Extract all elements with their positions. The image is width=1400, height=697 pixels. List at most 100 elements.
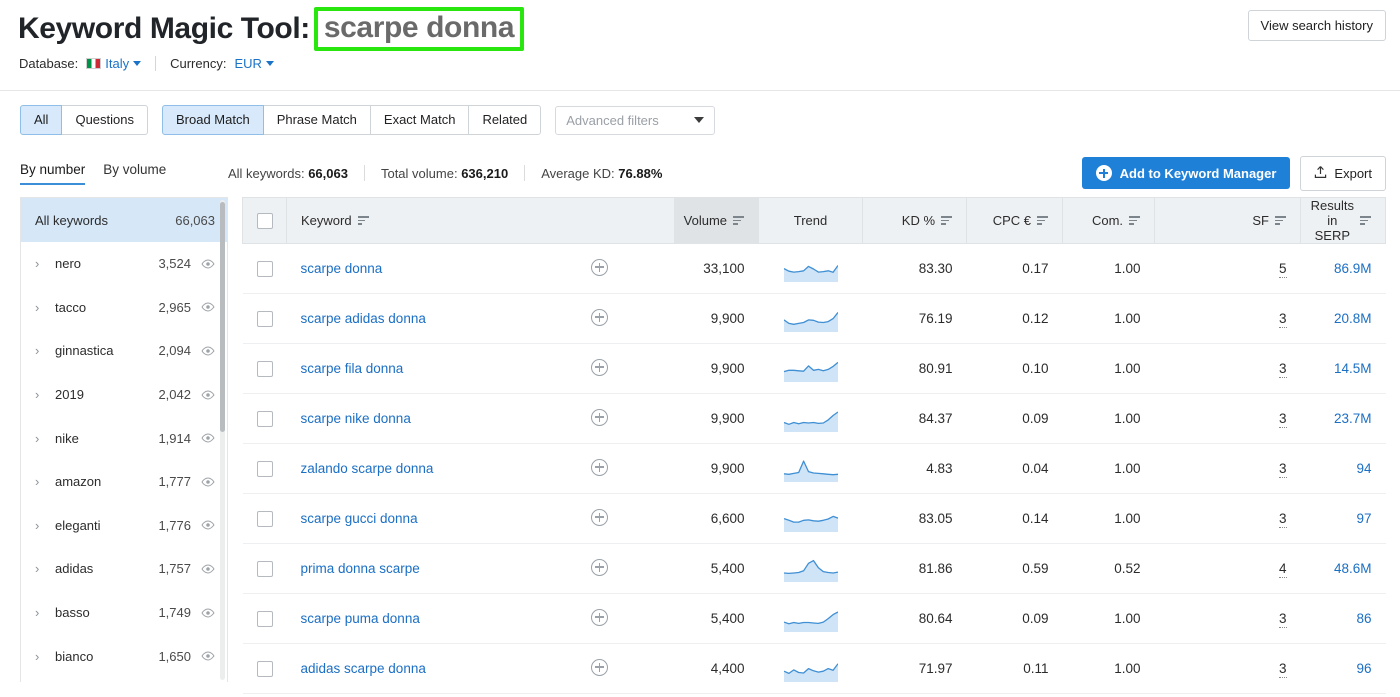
table-row[interactable]: scarpe fila donna 9,900 80.91 0.10 1.00 3 14.5… [242,343,1386,394]
add-keyword-icon[interactable] [591,308,608,326]
select-all-checkbox[interactable] [257,212,273,229]
sidebar-item[interactable]: › bianco 1,650 [21,634,227,678]
add-keyword-icon[interactable] [591,408,608,426]
chevron-right-icon[interactable]: › [35,562,47,575]
row-checkbox[interactable] [256,610,273,627]
row-checkbox[interactable] [256,660,273,677]
filter-questions[interactable]: Questions [61,104,148,136]
column-header-keyword[interactable]: Keyword [286,197,676,244]
sf-value[interactable]: 3 [1279,511,1287,528]
add-keyword-icon[interactable] [591,358,608,376]
sort-icon[interactable] [1360,216,1371,225]
match-exact-match[interactable]: Exact Match [369,104,470,136]
database-selector[interactable]: Italy [86,56,142,71]
row-checkbox[interactable] [256,310,273,327]
sidebar-item[interactable]: › basso 1,749 [21,591,227,635]
sf-value[interactable]: 3 [1279,411,1287,428]
sort-icon[interactable] [1129,216,1141,225]
column-header-cpc[interactable]: CPC € [966,197,1064,244]
keyword-link[interactable]: scarpe gucci donna [301,511,418,526]
chevron-right-icon[interactable]: › [35,432,47,445]
add-keyword-icon[interactable] [591,508,608,526]
column-header-kd[interactable]: KD % [862,197,968,244]
column-header-sf[interactable]: SF [1154,197,1302,244]
table-row[interactable]: scarpe adidas donna 9,900 76.19 0.12 1.00 3 20… [242,293,1386,344]
sf-value[interactable]: 5 [1279,261,1287,278]
sidebar-item[interactable]: › ginnastica 2,094 [21,329,227,373]
add-keyword-icon[interactable] [591,258,608,276]
eye-icon[interactable] [201,344,215,358]
sidebar-item[interactable]: › 2019 2,042 [21,373,227,417]
column-header-serp[interactable]: Results in SERP [1300,197,1386,244]
chevron-right-icon[interactable]: › [35,650,47,663]
chevron-right-icon[interactable]: › [35,257,47,270]
add-keyword-icon[interactable] [591,608,608,626]
table-row[interactable]: scarpe puma donna 5,400 80.64 0.09 1.00 3 86 [242,593,1386,644]
sidebar-item[interactable]: › tacco 2,965 [21,286,227,330]
row-checkbox[interactable] [256,460,273,477]
sidebar-scrollbar-thumb[interactable] [220,202,225,432]
sidebar-item[interactable]: › nero 3,524 [21,242,227,286]
add-keyword-icon[interactable] [591,658,608,676]
table-row[interactable]: scarpe donna 33,100 83.30 0.17 1.00 5 86.9M [242,243,1386,294]
keyword-link[interactable]: scarpe donna [301,261,383,276]
eye-icon[interactable] [201,562,215,576]
currency-selector[interactable]: EUR [234,56,274,71]
add-keyword-icon[interactable] [591,458,608,476]
keyword-link[interactable]: scarpe fila donna [301,361,404,376]
serp-value[interactable]: 96 [1356,661,1371,676]
table-row[interactable]: zalando scarpe donna 9,900 4.83 0.04 1.00 3 94 [242,443,1386,494]
tab-by-volume[interactable]: By volume [103,162,166,185]
sort-icon[interactable] [1275,216,1287,225]
serp-value[interactable]: 94 [1356,461,1371,476]
serp-value[interactable]: 48.6M [1334,561,1372,576]
filter-all[interactable]: All [20,104,63,136]
keyword-link[interactable]: scarpe adidas donna [301,311,426,326]
sidebar-item[interactable]: › nike 1,914 [21,416,227,460]
keyword-link[interactable]: prima donna scarpe [301,561,420,576]
sf-value[interactable]: 4 [1279,561,1287,578]
sort-icon[interactable] [941,216,953,225]
serp-value[interactable]: 14.5M [1334,361,1372,376]
sidebar-item[interactable]: › adidas 1,757 [21,547,227,591]
sf-value[interactable]: 3 [1279,361,1287,378]
sort-icon[interactable] [733,216,745,225]
eye-icon[interactable] [201,518,215,532]
match-related[interactable]: Related [468,104,542,136]
chevron-right-icon[interactable]: › [35,475,47,488]
advanced-filters-dropdown[interactable]: Advanced filters [555,105,716,135]
sidebar-item[interactable]: › amazon 1,777 [21,460,227,504]
match-broad-match[interactable]: Broad Match [162,104,264,136]
chevron-right-icon[interactable]: › [35,388,47,401]
export-button[interactable]: Export [1300,155,1386,191]
row-checkbox[interactable] [256,410,273,427]
currency-value[interactable]: EUR [234,56,261,71]
table-row[interactable]: scarpe gucci donna 6,600 83.05 0.14 1.00 3 97 [242,493,1386,544]
add-to-keyword-manager-button[interactable]: Add to Keyword Manager [1081,157,1291,189]
chevron-right-icon[interactable]: › [35,344,47,357]
serp-value[interactable]: 97 [1356,511,1371,526]
row-checkbox[interactable] [256,560,273,577]
sf-value[interactable]: 3 [1279,461,1287,478]
serp-value[interactable]: 20.8M [1334,311,1372,326]
tab-by-number[interactable]: By number [20,162,86,185]
chevron-right-icon[interactable]: › [35,301,47,314]
keyword-link[interactable]: scarpe nike donna [301,411,411,426]
sidebar-item[interactable]: › eleganti 1,776 [21,504,227,548]
view-search-history-button[interactable]: View search history [1247,10,1386,41]
sort-icon[interactable] [1037,216,1049,225]
keyword-link[interactable]: adidas scarpe donna [301,661,426,676]
chevron-right-icon[interactable]: › [35,606,47,619]
serp-value[interactable]: 86.9M [1334,261,1372,276]
serp-value[interactable]: 86 [1356,611,1371,626]
eye-icon[interactable] [201,257,215,271]
eye-icon[interactable] [201,388,215,402]
sf-value[interactable]: 3 [1279,661,1287,678]
eye-icon[interactable] [201,649,215,663]
keyword-link[interactable]: zalando scarpe donna [301,461,434,476]
column-header-volume[interactable]: Volume [674,197,760,244]
eye-icon[interactable] [201,300,215,314]
table-row[interactable]: adidas scarpe donna 4,400 71.97 0.11 1.00 3 96 [242,643,1386,694]
row-checkbox[interactable] [256,360,273,377]
row-checkbox[interactable] [256,260,273,277]
